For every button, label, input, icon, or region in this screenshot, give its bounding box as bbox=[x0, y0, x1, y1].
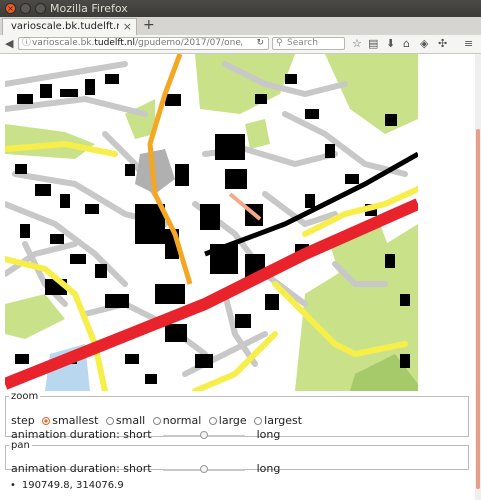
zoom-radio-small[interactable] bbox=[105, 417, 114, 425]
back-icon[interactable]: ◀ bbox=[5, 37, 13, 50]
zoom-step-label: step bbox=[11, 414, 35, 427]
menu-icon[interactable]: ≡ bbox=[464, 37, 473, 50]
extension-icon[interactable]: ✣ bbox=[438, 37, 447, 50]
slider-thumb[interactable] bbox=[200, 430, 209, 439]
pan-panel: pan animation duration: short long bbox=[5, 440, 469, 475]
page-scrollbar[interactable] bbox=[475, 54, 481, 500]
pocket-icon[interactable]: ◈ bbox=[420, 37, 428, 50]
bookmark-star-icon[interactable]: ☆ bbox=[352, 37, 362, 50]
info-icon[interactable]: ⓘ bbox=[22, 38, 31, 49]
coordinates-readout: 190749.8, 314076.9 bbox=[10, 480, 124, 491]
search-input[interactable]: ⚲ Search bbox=[272, 37, 345, 50]
zoom-option-label: small bbox=[115, 414, 146, 427]
zoom-step-row: step smallest small normal large largest bbox=[11, 414, 302, 427]
pan-duration-row: animation duration: short long bbox=[11, 462, 280, 475]
window-minimize-button[interactable] bbox=[20, 3, 31, 14]
pan-duration-label: animation duration: short bbox=[11, 462, 152, 475]
search-icon: ⚲ bbox=[276, 38, 283, 48]
zoom-option-label: normal bbox=[162, 414, 202, 427]
navigation-toolbar: ◀ ⓘ varioscale.bk.tudelft.nl/gpudemo/201… bbox=[0, 35, 481, 54]
window-title: Mozilla Firefox bbox=[50, 2, 128, 15]
window-controls: × bbox=[5, 3, 46, 14]
zoom-radio-smallest[interactable] bbox=[42, 417, 51, 425]
reload-icon[interactable]: ↻ bbox=[256, 38, 264, 49]
zoom-panel: zoom step smallest small normal large la… bbox=[5, 391, 469, 441]
zoom-duration-slider[interactable] bbox=[163, 430, 246, 440]
window-maximize-button[interactable] bbox=[35, 3, 46, 14]
zoom-option-label: smallest bbox=[52, 414, 99, 427]
tab-strip: varioscale.bk.tudelft.nl/gpudemo/2017/07… bbox=[0, 17, 481, 36]
zoom-radio-large[interactable] bbox=[208, 417, 217, 425]
slider-thumb[interactable] bbox=[200, 464, 209, 473]
home-icon[interactable]: ⌂ bbox=[403, 37, 410, 50]
search-placeholder: Search bbox=[287, 38, 318, 48]
tab-title: varioscale.bk.tudelft.nl/gpudemo/2017/07… bbox=[11, 21, 119, 32]
window-close-button[interactable]: × bbox=[5, 3, 16, 14]
url-text: varioscale.bk.tudelft.nl/gpudemo/2017/07… bbox=[32, 38, 242, 48]
zoom-radio-normal[interactable] bbox=[152, 417, 161, 425]
tab-close-icon[interactable]: × bbox=[123, 20, 132, 33]
reading-list-icon[interactable]: ▤ bbox=[368, 37, 378, 50]
downloads-icon[interactable]: ⬇ bbox=[386, 37, 395, 50]
zoom-option-label: largest bbox=[264, 414, 303, 427]
new-tab-icon[interactable]: + bbox=[143, 17, 155, 33]
window-titlebar: × Mozilla Firefox bbox=[0, 0, 481, 17]
zoom-option-label: large bbox=[218, 414, 247, 427]
pan-duration-slider[interactable] bbox=[163, 464, 246, 474]
zoom-legend: zoom bbox=[11, 391, 39, 402]
zoom-radio-largest[interactable] bbox=[254, 417, 263, 425]
url-bar[interactable]: ⓘ varioscale.bk.tudelft.nl/gpudemo/2017/… bbox=[18, 37, 269, 50]
map-graphic bbox=[5, 54, 418, 391]
scrollbar-thumb[interactable] bbox=[476, 129, 480, 489]
pan-legend: pan bbox=[11, 440, 30, 451]
pan-duration-long: long bbox=[256, 462, 281, 475]
map-canvas[interactable] bbox=[5, 54, 418, 391]
tab-active[interactable]: varioscale.bk.tudelft.nl/gpudemo/2017/07… bbox=[2, 18, 137, 35]
